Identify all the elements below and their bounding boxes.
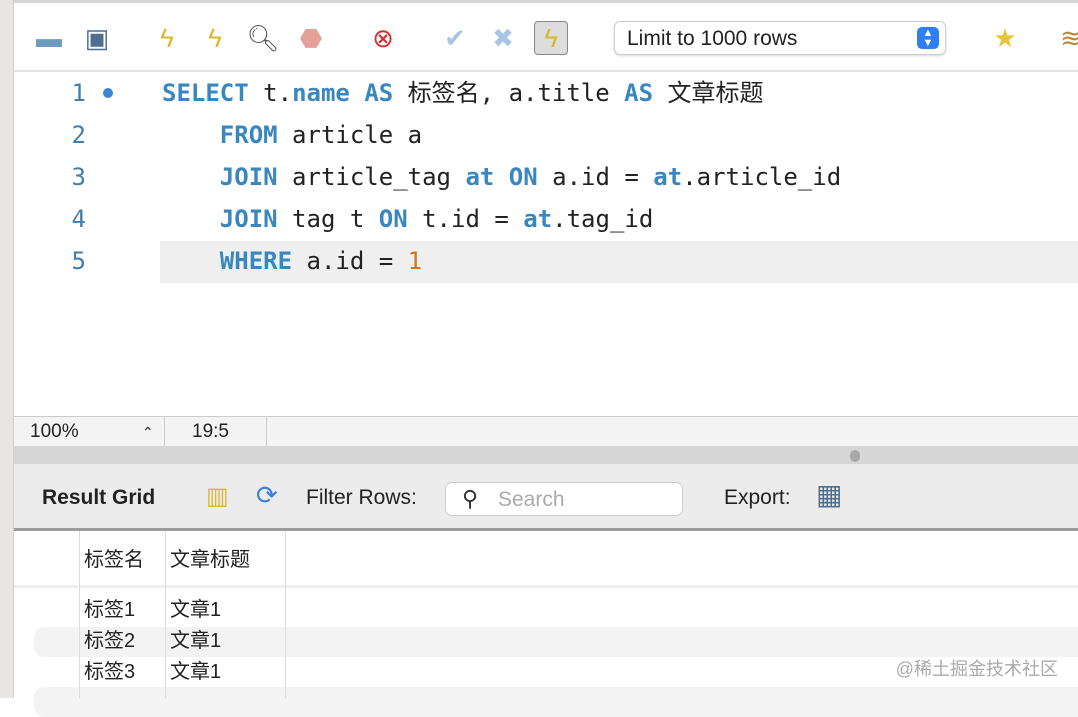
line-number: 4 <box>71 205 86 233</box>
code-token: t. <box>248 79 293 107</box>
code-text: JOIN article_tag at ON a.id = at.article… <box>162 156 841 198</box>
sql-toolbar: ▬ ▣ ϟ ϟ 🔍︎ ⬣ ⊗ ✔ ✖ ϟ Limit to 1000 rows ▲… <box>14 0 1078 72</box>
cursor-position: 19:5 <box>192 421 229 442</box>
code-token: WHERE <box>219 247 293 275</box>
code-text: JOIN tag t ON t.id = at.tag_id <box>162 198 654 240</box>
code-token: at <box>523 205 553 233</box>
filter-search-input[interactable]: ⚲ Search <box>445 482 683 516</box>
execute-current-icon[interactable]: ϟ <box>198 21 232 55</box>
grid-cell[interactable]: 标签3 <box>84 657 135 687</box>
code-token: a.id = <box>292 247 408 275</box>
column-header[interactable]: 标签名 <box>84 545 144 575</box>
code-line[interactable]: 3 JOIN article_tag at ON a.id = at.artic… <box>14 156 1078 198</box>
code-token: AS <box>364 79 394 107</box>
add-snippet-icon[interactable]: ★ <box>988 21 1022 55</box>
explain-icon[interactable]: 🔍︎ <box>246 21 280 55</box>
code-token: tag t <box>277 205 379 233</box>
open-folder-icon[interactable]: ▬ <box>32 21 66 55</box>
code-token: at <box>465 163 495 191</box>
line-number: 5 <box>71 247 86 275</box>
code-line[interactable]: 2 FROM article a <box>14 114 1078 156</box>
code-token: 文章标题 <box>653 79 764 107</box>
line-number: 3 <box>71 163 86 191</box>
stop-icon[interactable]: ⬣ <box>294 21 328 55</box>
code-token: JOIN <box>219 205 278 233</box>
line-number: 1 <box>71 79 86 107</box>
code-token: 1 <box>407 247 423 275</box>
code-token: a.id = <box>537 163 654 191</box>
search-icon: ⚲ <box>462 486 479 511</box>
code-token: ON <box>378 205 408 233</box>
beautify-icon[interactable]: ≋ <box>1054 21 1078 55</box>
code-token: .article_id <box>682 163 842 191</box>
left-gutter <box>0 0 14 698</box>
code-line[interactable]: 1 SELECT t.name AS 标签名, a.title AS 文章标题 <box>14 72 1078 114</box>
autocommit-icon[interactable]: ϟ <box>534 21 568 55</box>
column-header[interactable]: 文章标题 <box>170 545 250 575</box>
code-token: article_tag <box>277 163 466 191</box>
grid-cell[interactable]: 文章1 <box>170 626 221 656</box>
statement-marker-icon <box>103 88 113 98</box>
code-token: ON <box>508 163 538 191</box>
code-token: article a <box>277 121 423 149</box>
code-text: WHERE a.id = 1 <box>162 240 422 282</box>
code-token: JOIN <box>219 163 278 191</box>
grid-cell[interactable]: 文章1 <box>170 595 221 625</box>
limit-rows-label: Limit to 1000 rows <box>627 27 798 50</box>
code-token: 标签名, a.title <box>393 79 625 107</box>
select-arrows-icon: ▲ ▼ <box>917 27 939 49</box>
editor-status-bar: 100% ⌃ 19:5 <box>14 416 1078 447</box>
grid-cell[interactable]: 标签1 <box>84 595 135 625</box>
splitter-handle[interactable] <box>850 450 860 462</box>
code-line[interactable]: 5 WHERE a.id = 1 <box>14 240 1078 282</box>
grid-cell[interactable]: 标签2 <box>84 626 135 656</box>
columns-icon[interactable]: ▥ <box>206 482 229 511</box>
export-icon[interactable]: ▦ <box>816 478 842 511</box>
code-token: FROM <box>219 121 278 149</box>
panel-splitter[interactable] <box>14 446 1078 464</box>
code-token: .tag_id <box>552 205 654 233</box>
save-icon[interactable]: ▣ <box>80 21 114 55</box>
code-token: name <box>292 79 350 107</box>
rollback-icon[interactable]: ✖ <box>486 21 520 55</box>
export-label: Export: <box>724 486 791 509</box>
code-text: SELECT t.name AS 标签名, a.title AS 文章标题 <box>162 72 764 114</box>
result-grid-title: Result Grid <box>42 486 156 509</box>
search-placeholder: Search <box>498 488 565 511</box>
code-token: SELECT <box>162 79 249 107</box>
zoom-stepper-icon[interactable]: ⌃ <box>142 417 154 447</box>
filter-rows-label: Filter Rows: <box>306 486 417 509</box>
line-number: 2 <box>71 121 86 149</box>
code-text: FROM article a <box>162 114 422 156</box>
code-token: at <box>653 163 683 191</box>
watermark: @稀土掘金技术社区 <box>895 659 1058 679</box>
commit-icon[interactable]: ✔ <box>438 21 472 55</box>
refresh-icon[interactable]: ⟳ <box>256 480 278 511</box>
sql-editor[interactable]: 1 SELECT t.name AS 标签名, a.title AS 文章标题 2 … <box>14 72 1078 416</box>
grid-cell[interactable]: 文章1 <box>170 657 221 687</box>
code-token: AS <box>624 79 654 107</box>
stop-on-error-icon[interactable]: ⊗ <box>366 21 400 55</box>
code-line[interactable]: 4 JOIN tag t ON t.id = at.tag_id <box>14 198 1078 240</box>
code-token: t.id = <box>407 205 524 233</box>
limit-rows-select[interactable]: Limit to 1000 rows ▲ ▼ <box>614 21 946 55</box>
execute-icon[interactable]: ϟ <box>150 21 184 55</box>
zoom-level[interactable]: 100% <box>30 417 79 447</box>
result-toolbar: Result Grid ▥ ⟳ Filter Rows: ⚲ Search Exp… <box>14 464 1078 531</box>
